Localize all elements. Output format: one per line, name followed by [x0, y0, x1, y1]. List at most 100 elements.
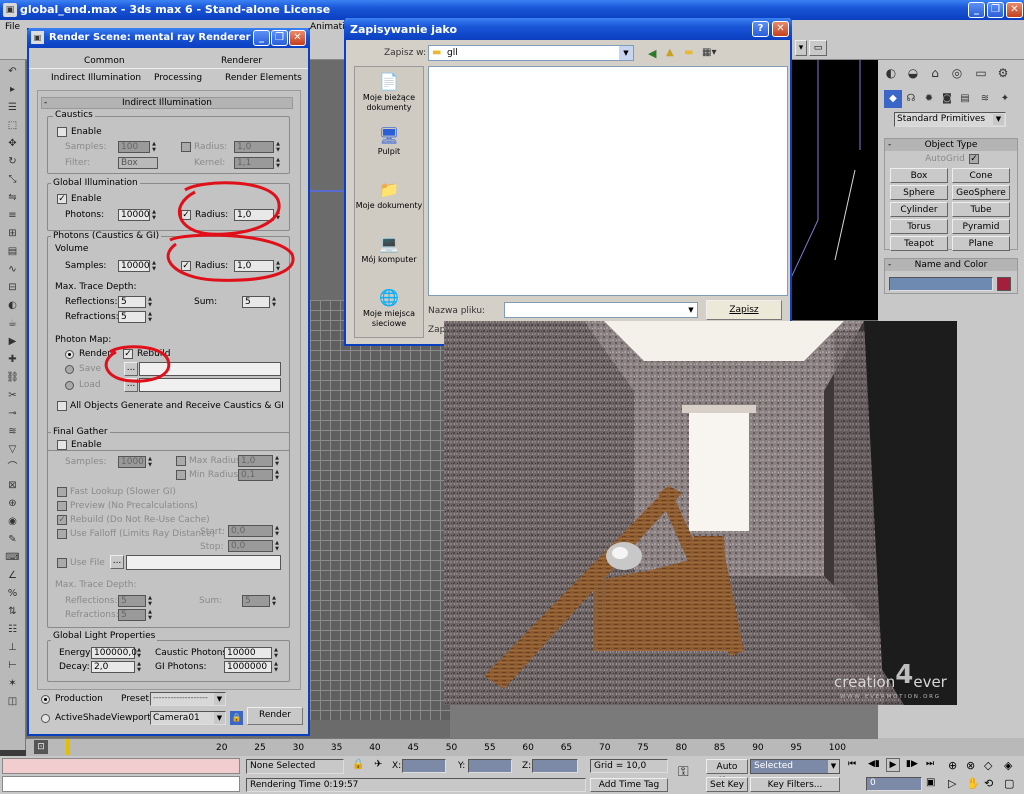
place-item[interactable]: 📄 Moje bieżące dokumenty	[355, 71, 423, 121]
zoom-extents-all-icon[interactable]: ◈	[1004, 759, 1012, 772]
create-tab-icon[interactable]: ◐	[882, 64, 900, 82]
zoom-all-icon[interactable]: ⊗	[966, 759, 975, 772]
create-geosphere-button[interactable]: GeoSphere	[952, 185, 1010, 200]
view-menu-icon[interactable]: ▦▾	[702, 47, 716, 58]
time-config-icon[interactable]: ▣	[926, 777, 935, 788]
fg-min-radius-spinner[interactable]: ▲ ▼	[274, 469, 280, 481]
quick-render-icon[interactable]: ▭	[809, 40, 827, 56]
pan-icon[interactable]: ✋	[966, 777, 980, 790]
maximize-icon[interactable]: ❐	[987, 2, 1004, 18]
key-filters-button[interactable]: Key Filters...	[750, 777, 840, 792]
fg-max-radius-spinner[interactable]: ▲ ▼	[274, 455, 280, 467]
shapes-icon[interactable]: ☊	[902, 90, 920, 108]
select-filter-icon[interactable]: ▽	[4, 442, 21, 458]
gi-photons-field[interactable]: 1000000	[224, 661, 272, 673]
fg-samples-spinner[interactable]: ▲ ▼	[147, 456, 153, 468]
activeshade-radio[interactable]	[41, 714, 50, 723]
fg-enable-checkbox[interactable]	[57, 440, 67, 450]
motion-tab-icon[interactable]: ◎	[948, 64, 966, 82]
x-coord-field[interactable]	[402, 759, 446, 773]
use-file-browse[interactable]: ...	[110, 555, 124, 569]
preview-checkbox[interactable]	[57, 501, 67, 511]
preset-dropdown[interactable]: ------------------- ▼	[150, 692, 226, 706]
back-icon[interactable]: ◀	[648, 47, 656, 60]
autogrid-checkbox[interactable]: ✓	[969, 154, 979, 164]
fg-stop-field[interactable]: 0,0	[228, 540, 273, 552]
fg-reflections-spinner[interactable]: ▲ ▼	[147, 595, 153, 607]
lasso-icon[interactable]: ⌒	[4, 460, 21, 476]
gi-photons-spinner[interactable]: ▲ ▼	[273, 661, 279, 673]
object-color-swatch[interactable]	[997, 277, 1011, 291]
production-radio[interactable]	[41, 695, 50, 704]
name-color-header[interactable]: - Name and Color	[885, 259, 1017, 271]
maxscript-output[interactable]	[2, 776, 240, 792]
fast-lookup-checkbox[interactable]	[57, 487, 67, 497]
hierarchy-tab-icon[interactable]: ⌂	[926, 64, 944, 82]
normal-align-icon[interactable]: ⊢	[4, 658, 21, 674]
key-icon[interactable]: ⚿	[678, 764, 689, 780]
new-folder-icon[interactable]: ▬	[684, 47, 693, 58]
previous-frame-icon[interactable]: ◀▮	[868, 759, 880, 769]
decay-field[interactable]: 2,0	[91, 661, 135, 673]
lights-icon[interactable]: ✹	[920, 90, 938, 108]
named-selection-icon[interactable]: ☷	[4, 622, 21, 638]
render-button[interactable]: Render	[247, 707, 303, 725]
object-name-field[interactable]	[889, 277, 993, 291]
current-frame-field[interactable]: 0	[866, 777, 922, 791]
place-item[interactable]: 🖥 Pulpit	[355, 125, 423, 175]
align-view-icon[interactable]: ⊥	[4, 640, 21, 656]
create-pyramid-button[interactable]: Pyramid	[952, 219, 1010, 234]
energy-field[interactable]: 100000,0	[91, 647, 137, 659]
isolate-icon[interactable]: ◫	[4, 694, 21, 710]
create-box-button[interactable]: Box	[890, 168, 948, 183]
fg-max-radius-checkbox[interactable]	[176, 456, 186, 466]
fg-start-field[interactable]: 0,0	[228, 525, 273, 537]
up-folder-icon[interactable]: ▲	[666, 47, 674, 58]
fg-min-radius-field[interactable]: 0,1	[238, 469, 273, 481]
create-sphere-button[interactable]: Sphere	[890, 185, 948, 200]
file-list[interactable]	[428, 66, 788, 296]
next-frame-icon[interactable]: ▮▶	[906, 759, 918, 769]
field-of-view-icon[interactable]: ▷	[948, 777, 956, 790]
key-mode-dropdown[interactable]: Selected ▼	[750, 759, 840, 774]
go-to-start-icon[interactable]: ⏮	[848, 759, 856, 769]
spacewarps-icon[interactable]: ≋	[976, 90, 994, 108]
add-time-tag-button[interactable]: Add Time Tag	[590, 778, 668, 792]
selection-lock-icon[interactable]: 🔒	[352, 759, 364, 770]
use-file-path[interactable]	[126, 555, 281, 570]
save-button[interactable]: Zapisz	[706, 300, 782, 320]
decay-spinner[interactable]: ▲ ▼	[136, 661, 142, 673]
fg-refractions-field[interactable]: 5	[118, 609, 146, 621]
fg-refractions-spinner[interactable]: ▲ ▼	[147, 609, 153, 621]
cameras-icon[interactable]: ◙	[938, 90, 956, 108]
fg-reflections-field[interactable]: 5	[118, 595, 146, 607]
spinner-snap-icon[interactable]: ⇅	[4, 604, 21, 620]
save-in-dropdown[interactable]: ▬ gll ▼	[428, 45, 634, 61]
space-warp-icon[interactable]: ≋	[4, 424, 21, 440]
fg-samples-field[interactable]: 1000	[118, 456, 146, 468]
render-type-dropdown-icon[interactable]: ▾	[795, 40, 807, 56]
save-close-icon[interactable]: ✕	[772, 21, 789, 37]
place-item[interactable]: 🌐 Moje miejsca sieciowe	[355, 287, 423, 337]
fg-start-spinner[interactable]: ▲ ▼	[274, 525, 280, 537]
fg-stop-spinner[interactable]: ▲ ▼	[274, 540, 280, 552]
crossing-icon[interactable]: ⊠	[4, 478, 21, 494]
display-tab-icon[interactable]: ▭	[972, 64, 990, 82]
use-file-checkbox[interactable]	[57, 558, 67, 568]
transform-type-icon[interactable]: ✈	[374, 759, 382, 770]
maxscript-listener[interactable]	[2, 758, 240, 774]
viewport-dropdown[interactable]: Camera01 ▼	[150, 711, 226, 725]
object-type-header[interactable]: - Object Type	[885, 139, 1017, 151]
minimize-icon[interactable]: _	[968, 2, 985, 18]
zoom-icon[interactable]: ⊕	[948, 759, 957, 772]
set-key-button[interactable]: Set Key	[706, 777, 748, 792]
primitives-dropdown[interactable]: Standard Primitives ▼	[894, 112, 1006, 127]
caustic-photons-field[interactable]: 10000	[224, 647, 272, 659]
fg-sum-spinner[interactable]: ▲ ▼	[271, 595, 277, 607]
all-objects-checkbox[interactable]	[57, 401, 67, 411]
helpers-icon[interactable]: ▤	[956, 90, 974, 108]
create-tube-button[interactable]: Tube	[952, 202, 1010, 217]
systems-icon[interactable]: ✦	[996, 90, 1014, 108]
fg-min-radius-checkbox[interactable]	[176, 470, 186, 480]
fg-sum-field[interactable]: 5	[242, 595, 270, 607]
